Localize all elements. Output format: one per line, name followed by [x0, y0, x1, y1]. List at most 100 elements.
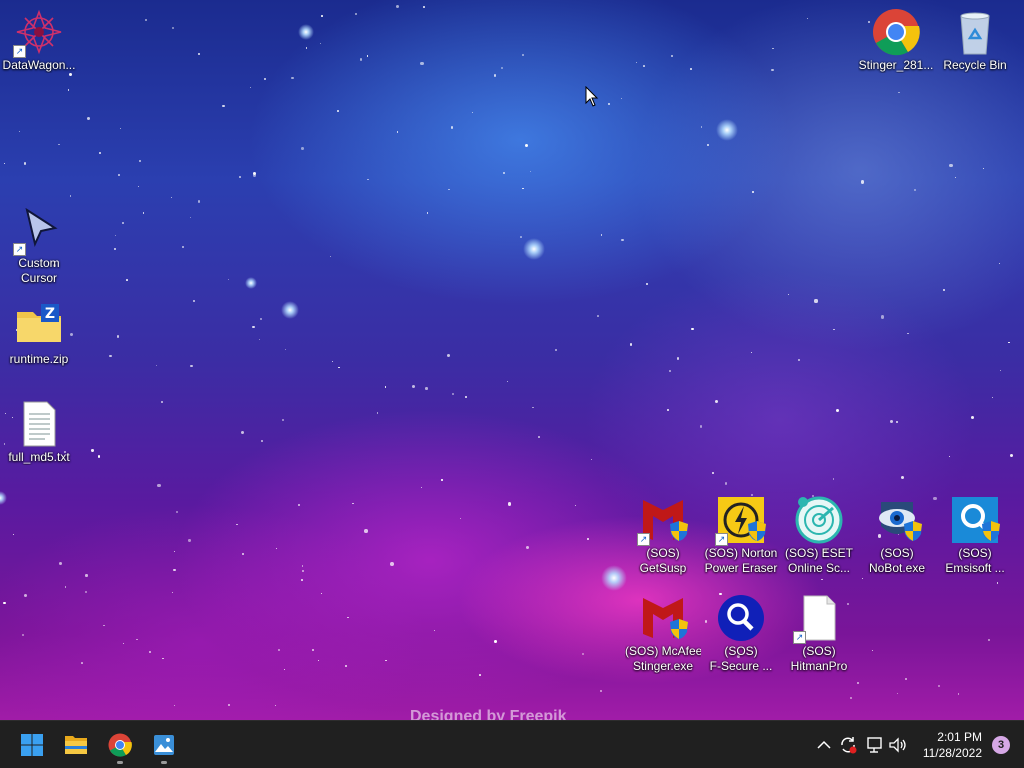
star — [857, 682, 859, 684]
star — [691, 327, 694, 331]
star — [621, 98, 623, 100]
taskbar-photos[interactable] — [144, 725, 184, 765]
volume-icon[interactable] — [888, 735, 908, 755]
star — [311, 648, 314, 652]
star — [907, 332, 910, 335]
star — [336, 109, 339, 112]
star — [189, 364, 193, 368]
star — [522, 187, 524, 190]
star — [114, 248, 117, 251]
star — [301, 579, 304, 581]
star — [833, 328, 835, 331]
star — [291, 77, 294, 80]
desktop-icon-datawagon[interactable]: ↗ DataWagon... — [1, 8, 77, 73]
star — [275, 548, 277, 550]
star — [250, 87, 252, 89]
desktop-background[interactable]: ↗ DataWagon... Stinger_281... Recycle Bi… — [0, 0, 1024, 720]
star — [949, 163, 953, 168]
star — [643, 65, 645, 67]
star — [161, 400, 164, 403]
star — [715, 400, 719, 404]
star — [86, 116, 91, 120]
desktop-icon-getsusp[interactable]: ↗ (SOS) GetSusp — [625, 496, 701, 576]
star — [253, 171, 257, 176]
start-button[interactable] — [12, 725, 52, 765]
star — [156, 364, 158, 366]
star — [501, 66, 504, 69]
star — [331, 361, 334, 363]
star — [502, 172, 506, 175]
bright-star — [716, 119, 738, 141]
chrome-icon — [108, 733, 132, 757]
desktop-icon-custom-cursor[interactable]: ↗ Custom Cursor — [1, 206, 77, 286]
star — [384, 386, 387, 388]
desktop-icon-runtime-zip[interactable]: Z runtime.zip — [1, 302, 77, 367]
desktop-icon-recycle-bin[interactable]: Recycle Bin — [937, 8, 1013, 73]
star — [520, 236, 522, 238]
icon-label: DataWagon... — [2, 58, 76, 72]
desktop-icon-mcafee-stinger[interactable]: (SOS) McAfee Stinger.exe — [625, 594, 701, 674]
star — [97, 455, 101, 458]
star — [422, 6, 425, 8]
desktop-icon-stinger-chrome[interactable]: Stinger_281... — [858, 8, 934, 73]
star — [821, 578, 823, 581]
blank-file-icon: ↗ — [793, 594, 843, 644]
desktop-icon-norton-power-eraser[interactable]: ↗ (SOS) Norton Power Eraser — [703, 496, 779, 576]
star — [581, 653, 584, 656]
star — [434, 629, 436, 632]
shortcut-arrow-icon: ↗ — [793, 631, 806, 644]
star — [992, 396, 994, 398]
sync-icon[interactable] — [838, 735, 858, 755]
icon-label: (SOS) HitmanPro — [790, 644, 848, 673]
star — [836, 409, 840, 413]
desktop-icon-full-md5[interactable]: full_md5.txt — [1, 400, 77, 465]
cursor-arrow-icon: ↗ — [13, 206, 63, 256]
icon-label: (SOS) Emsisoft ... — [945, 546, 1005, 575]
star — [172, 592, 174, 594]
clock-date: 11/28/2022 — [922, 746, 982, 760]
star — [119, 128, 122, 130]
desktop-icon-eset-online-scanner[interactable]: (SOS) ESET Online Sc... — [781, 496, 857, 576]
star — [352, 503, 354, 505]
star — [114, 234, 117, 237]
star — [670, 54, 673, 57]
desktop-icon-nobot[interactable]: (SOS) NoBot.exe — [859, 496, 935, 576]
taskbar-chrome[interactable] — [100, 725, 140, 765]
star — [239, 176, 242, 178]
desktop-icon-hitmanpro[interactable]: ↗ (SOS) HitmanPro — [781, 594, 857, 674]
star — [58, 143, 60, 145]
star — [849, 696, 853, 700]
star — [301, 565, 304, 567]
notification-badge[interactable]: 3 — [992, 736, 1010, 754]
star — [170, 197, 172, 199]
star — [346, 616, 349, 619]
star — [190, 217, 192, 219]
star — [532, 407, 534, 409]
star — [896, 421, 898, 423]
star — [465, 395, 468, 398]
star — [317, 659, 320, 661]
uac-shield-icon — [670, 619, 688, 639]
star — [23, 162, 27, 165]
star — [555, 348, 558, 351]
star — [771, 68, 774, 71]
system-clock[interactable]: 2:01 PM 11/28/2022 — [923, 729, 982, 761]
chevron-up-icon[interactable] — [814, 735, 834, 755]
bright-star — [601, 565, 627, 591]
shortcut-arrow-icon: ↗ — [13, 45, 26, 58]
star — [676, 357, 679, 360]
desktop-icon-fsecure[interactable]: (SOS) F-Secure ... — [703, 594, 779, 674]
star — [914, 189, 917, 192]
icon-label: runtime.zip — [9, 352, 69, 366]
star — [222, 104, 225, 107]
star — [898, 92, 900, 94]
icon-label: Stinger_281... — [858, 58, 934, 72]
star — [260, 439, 263, 443]
taskbar-file-explorer[interactable] — [56, 725, 96, 765]
star — [787, 293, 789, 295]
star — [507, 502, 511, 506]
network-icon[interactable] — [864, 735, 884, 755]
desktop-icon-emsisoft[interactable]: (SOS) Emsisoft ... — [937, 496, 1013, 576]
star — [355, 13, 358, 16]
star — [366, 55, 368, 57]
